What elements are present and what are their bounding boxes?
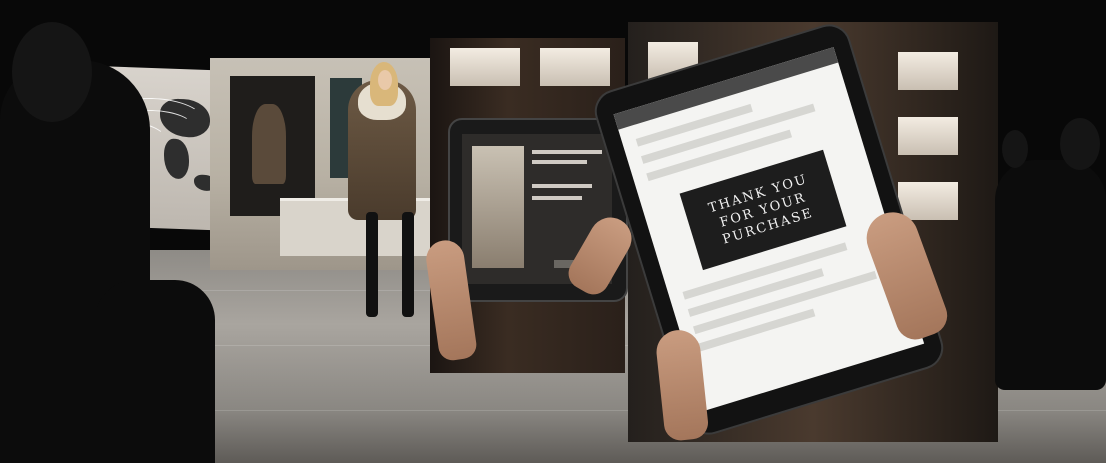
shelf [898, 52, 958, 90]
product-text-line [532, 184, 592, 188]
product-text-line [532, 150, 602, 154]
model-face [378, 70, 392, 90]
product-photo [472, 146, 524, 268]
product-text-line [532, 196, 582, 200]
audience-head [12, 22, 92, 122]
shelf [898, 182, 958, 220]
audience-member [95, 280, 215, 463]
store-window [230, 76, 315, 216]
audience-head [1002, 130, 1028, 168]
purchase-confirmation-text: THANK YOU FOR YOUR PURCHASE [706, 171, 816, 248]
audience-head [1060, 118, 1100, 170]
shelf [898, 117, 958, 155]
model-leg [402, 212, 414, 317]
mannequin [252, 104, 286, 184]
model-leg [366, 212, 378, 317]
audience-member [995, 160, 1106, 390]
shelf [450, 48, 520, 86]
shelf [540, 48, 610, 86]
product-text-line [532, 160, 587, 164]
runway-scene: THANK YOU FOR YOUR PURCHASE [0, 0, 1106, 463]
